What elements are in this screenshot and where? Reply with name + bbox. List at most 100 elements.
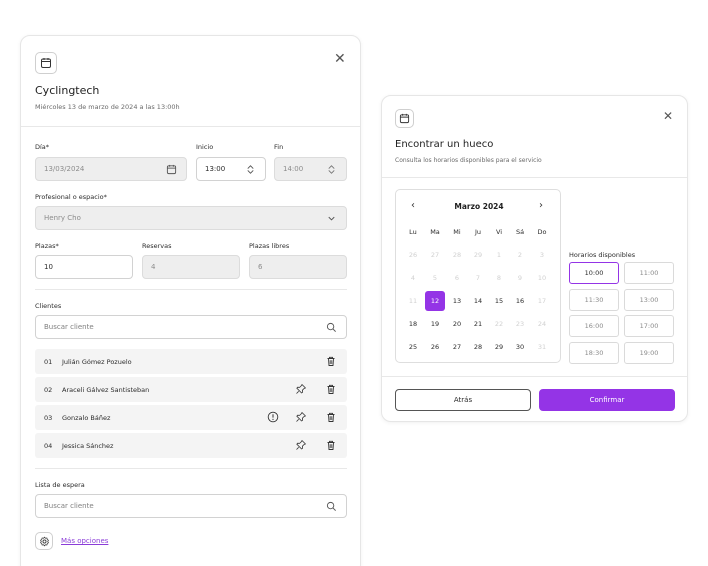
calendar-day[interactable]: 14 bbox=[468, 291, 488, 311]
slots-title: Horarios disponibles bbox=[569, 251, 636, 259]
client-name: Julián Gómez Pozuelo bbox=[62, 357, 132, 366]
calendar-day: 1 bbox=[496, 251, 502, 259]
calendar-day: 10 bbox=[537, 274, 547, 282]
weekday-label: Ju bbox=[474, 228, 482, 236]
weekday-label: Lu bbox=[409, 228, 417, 236]
end-value: 14:00 bbox=[283, 165, 304, 173]
calendar-day[interactable]: 13 bbox=[447, 291, 467, 311]
calendar-day: 8 bbox=[496, 274, 502, 282]
time-slot[interactable]: 11:30 bbox=[569, 288, 619, 311]
calendar-day[interactable]: 28 bbox=[468, 337, 488, 357]
calendar-day[interactable]: 15 bbox=[489, 291, 509, 311]
trash-icon[interactable] bbox=[325, 383, 337, 395]
waitlist-search-input[interactable]: Buscar cliente bbox=[35, 494, 347, 518]
calendar-day-selected[interactable]: 12 bbox=[425, 291, 445, 311]
calendar-day: 2 bbox=[517, 251, 523, 259]
waitlist-search-placeholder: Buscar cliente bbox=[44, 502, 94, 510]
calendar-day: 31 bbox=[537, 343, 547, 351]
calendar-day[interactable]: 30 bbox=[510, 337, 530, 357]
time-slot[interactable]: 10:00 bbox=[569, 262, 619, 284]
page-subtitle: Miércoles 13 de marzo de 2024 a las 13:0… bbox=[35, 103, 180, 111]
free-seats-label: Plazas libres bbox=[249, 242, 290, 250]
stepper-icon[interactable] bbox=[245, 164, 256, 175]
close-icon[interactable]: ✕ bbox=[334, 52, 346, 66]
calendar-day[interactable]: 16 bbox=[510, 291, 530, 311]
trash-icon[interactable] bbox=[325, 439, 337, 451]
seats-input[interactable]: 10 bbox=[35, 255, 133, 279]
search-icon[interactable] bbox=[326, 322, 337, 333]
calendar-icon bbox=[395, 109, 414, 128]
clients-search-input[interactable]: Buscar cliente bbox=[35, 315, 347, 339]
free-seats-value: 6 bbox=[258, 263, 263, 271]
client-row[interactable]: 01 Julián Gómez Pozuelo bbox=[35, 349, 347, 374]
alert-icon[interactable] bbox=[267, 411, 279, 423]
trash-icon[interactable] bbox=[325, 411, 337, 423]
time-slot[interactable]: 16:00 bbox=[569, 315, 619, 337]
gear-icon[interactable] bbox=[35, 532, 53, 550]
calendar-day[interactable]: 25 bbox=[403, 337, 423, 357]
booking-panel: ✕ Cyclingtech Miércoles 13 de marzo de 2… bbox=[20, 35, 361, 566]
end-time-field: 14:00 bbox=[274, 157, 347, 181]
calendar-day: 22 bbox=[494, 320, 504, 328]
back-button[interactable]: Atrás bbox=[395, 389, 531, 411]
reservations-label: Reservas bbox=[142, 242, 172, 250]
client-row[interactable]: 03 Gonzalo Báñez bbox=[35, 405, 347, 430]
time-slot[interactable]: 17:00 bbox=[624, 315, 674, 337]
find-slot-panel: ✕ Encontrar un hueco Consulta los horari… bbox=[381, 95, 688, 422]
chevron-down-icon bbox=[328, 216, 335, 221]
calendar-day: 28 bbox=[452, 251, 462, 259]
time-slot[interactable]: 11:00 bbox=[624, 262, 674, 284]
calendar-day: 27 bbox=[430, 251, 440, 259]
client-name: Gonzalo Báñez bbox=[62, 413, 111, 422]
clients-label: Clientes bbox=[35, 302, 62, 310]
calendar-day: 6 bbox=[454, 274, 460, 282]
calendar-icon bbox=[35, 52, 57, 74]
client-row[interactable]: 02 Araceli Gálvez Santisteban bbox=[35, 377, 347, 402]
trash-icon[interactable] bbox=[325, 355, 337, 367]
more-options-link[interactable]: Más opciones bbox=[61, 537, 108, 545]
time-slot[interactable]: 19:00 bbox=[624, 341, 674, 364]
calendar-day: 5 bbox=[432, 274, 438, 282]
calendar-day[interactable]: 21 bbox=[468, 314, 488, 334]
calendar-day[interactable]: 19 bbox=[425, 314, 445, 334]
professional-label: Profesional o espacio* bbox=[35, 193, 107, 201]
client-name: Araceli Gálvez Santisteban bbox=[62, 385, 150, 394]
pin-icon[interactable] bbox=[295, 411, 307, 423]
calendar-icon bbox=[166, 164, 177, 175]
calendar-day: 7 bbox=[475, 274, 481, 282]
finder-subtitle: Consulta los horarios disponibles para e… bbox=[395, 157, 542, 164]
calendar-day[interactable]: 18 bbox=[403, 314, 423, 334]
day-value: 13/03/2024 bbox=[44, 165, 85, 173]
calendar-day[interactable]: 26 bbox=[425, 337, 445, 357]
reservations-value: 4 bbox=[151, 263, 156, 271]
page-title: Cyclingtech bbox=[35, 84, 100, 97]
time-slot[interactable]: 13:00 bbox=[624, 288, 674, 311]
professional-select[interactable]: Henry Cho bbox=[35, 206, 347, 230]
free-seats-field: 6 bbox=[249, 255, 347, 279]
close-icon[interactable]: ✕ bbox=[663, 109, 673, 123]
calendar-day: 4 bbox=[410, 274, 416, 282]
next-month-icon[interactable]: › bbox=[539, 200, 543, 211]
pin-icon[interactable] bbox=[295, 439, 307, 451]
stepper-icon bbox=[328, 165, 335, 174]
calendar-day: 26 bbox=[408, 251, 418, 259]
client-row[interactable]: 04 Jessica Sánchez bbox=[35, 433, 347, 458]
time-slot[interactable]: 18:30 bbox=[569, 341, 619, 364]
calendar-day[interactable]: 27 bbox=[447, 337, 467, 357]
client-number: 03 bbox=[44, 413, 53, 422]
calendar-day: 23 bbox=[515, 320, 525, 328]
start-time-field[interactable]: 13:00 bbox=[196, 157, 266, 181]
divider bbox=[382, 376, 687, 377]
professional-value: Henry Cho bbox=[44, 214, 81, 222]
calendar-day: 29 bbox=[473, 251, 483, 259]
search-icon[interactable] bbox=[326, 501, 337, 512]
calendar-day[interactable]: 29 bbox=[489, 337, 509, 357]
calendar-day: 3 bbox=[539, 251, 545, 259]
weekday-label: Vi bbox=[495, 228, 503, 236]
pin-icon[interactable] bbox=[295, 383, 307, 395]
calendar-day: 24 bbox=[537, 320, 547, 328]
calendar-day[interactable]: 20 bbox=[447, 314, 467, 334]
day-field: 13/03/2024 bbox=[35, 157, 187, 181]
confirm-button[interactable]: Confirmar bbox=[539, 389, 675, 411]
calendar-day: 9 bbox=[517, 274, 523, 282]
